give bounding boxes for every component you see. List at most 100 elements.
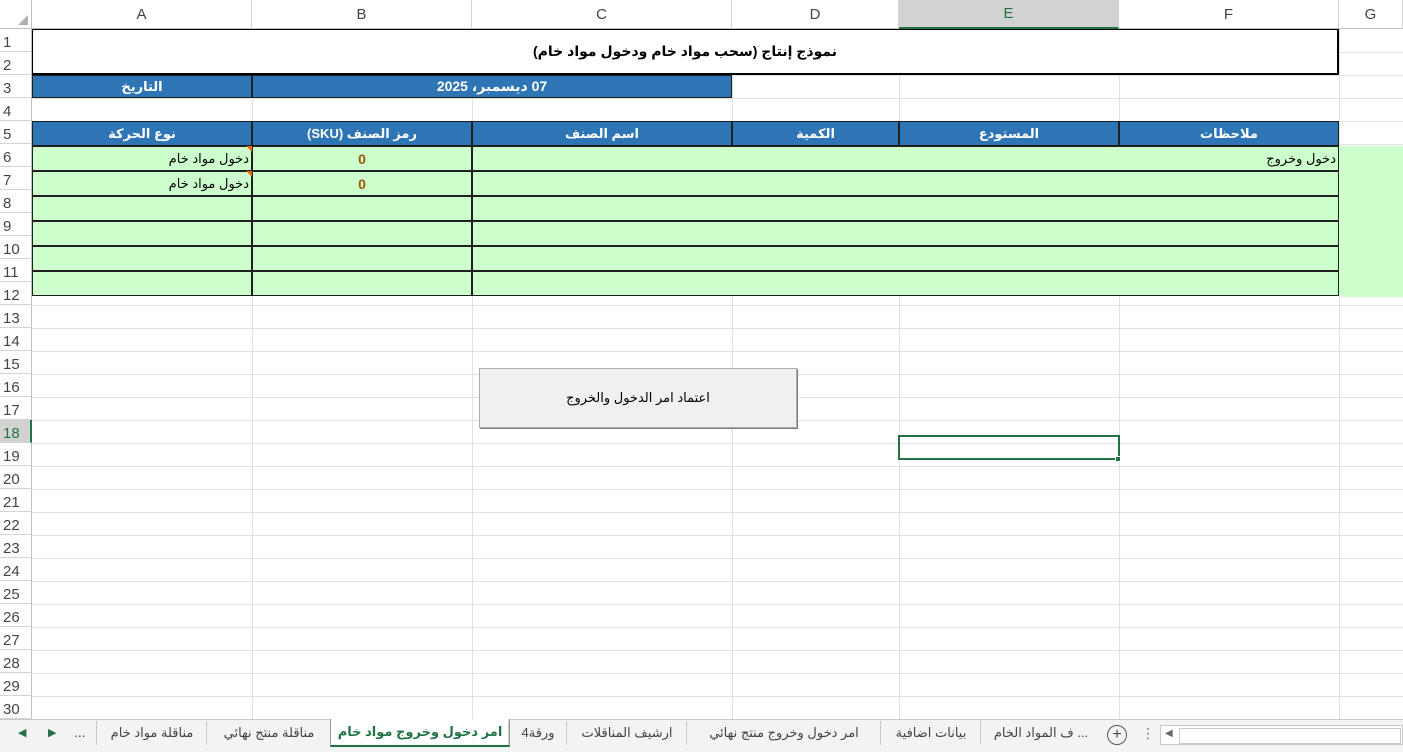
sku-cell[interactable]: 0 — [252, 146, 472, 171]
item-details-cell[interactable] — [472, 221, 1339, 246]
row-header-8[interactable]: 8 — [0, 190, 32, 213]
header-item-name[interactable]: اسم الصنف — [472, 121, 732, 146]
row-header-21[interactable]: 21 — [0, 489, 32, 512]
sku-cell[interactable] — [252, 271, 472, 296]
header-item-name-label: اسم الصنف — [565, 125, 639, 141]
sku-value: 0 — [358, 150, 366, 167]
date-label-cell[interactable]: التاريخ — [32, 75, 252, 98]
horizontal-scrollbar[interactable]: ◀ — [1160, 725, 1403, 745]
header-movement-type-label: نوع الحركة — [108, 125, 176, 141]
row-header-27[interactable]: 27 — [0, 627, 32, 650]
row-header-14[interactable]: 14 — [0, 328, 32, 351]
date-label: التاريخ — [121, 78, 163, 94]
item-details-cell[interactable]: دخول وخروج — [472, 146, 1339, 171]
row-header-28[interactable]: 28 — [0, 650, 32, 673]
movement-type-value: دخول مواد خام — [168, 150, 249, 166]
movement-type-cell[interactable] — [32, 196, 252, 221]
column-header-c[interactable]: C — [472, 0, 732, 29]
row-header-19[interactable]: 19 — [0, 443, 32, 466]
item-details-cell[interactable] — [472, 271, 1339, 296]
sheet-tab[interactable]: ورقة4 — [508, 721, 567, 745]
row-header-20[interactable]: 20 — [0, 466, 32, 489]
row-header-22[interactable]: 22 — [0, 512, 32, 535]
green-fill-column-g — [1339, 146, 1403, 297]
movement-type-cell[interactable] — [32, 271, 252, 296]
selected-cell-e18[interactable] — [898, 435, 1120, 460]
row-header-13[interactable]: 13 — [0, 305, 32, 328]
header-notes[interactable]: ملاحظات — [1119, 121, 1339, 146]
scrollbar-thumb[interactable] — [1179, 728, 1401, 744]
column-header-d[interactable]: D — [732, 0, 899, 29]
fill-handle[interactable] — [1115, 456, 1121, 462]
tab-split-handle-icon[interactable]: ⋮ — [1141, 725, 1155, 742]
form-title-box: نموذج إنتاج (سحب مواد خام ودخول مواد خام… — [32, 29, 1339, 75]
sku-cell[interactable] — [252, 196, 472, 221]
sheet-tab[interactable]: ... ف المواد الخام — [980, 721, 1101, 745]
row-header-12[interactable]: 12 — [0, 282, 32, 305]
row-header-30[interactable]: 30 — [0, 696, 32, 719]
movement-type-cell[interactable] — [32, 246, 252, 271]
row-header-24[interactable]: 24 — [0, 558, 32, 581]
sku-cell[interactable] — [252, 221, 472, 246]
header-sku-label: رمز الصنف (SKU) — [307, 125, 417, 141]
sheet-tab-active[interactable]: امر دخول وخروج مواد خام — [330, 719, 510, 747]
date-value-cell[interactable]: 07 ديسمبر، 2025 — [252, 75, 732, 98]
header-quantity[interactable]: الكمية — [732, 121, 899, 146]
column-header-e[interactable]: E — [899, 0, 1119, 29]
row-header-5[interactable]: 5 — [0, 121, 32, 144]
column-header-b[interactable]: B — [252, 0, 472, 29]
sheet-tab[interactable]: مناقلة منتج نهائي — [206, 721, 331, 745]
row-header-3[interactable]: 3 — [0, 75, 32, 98]
scroll-left-arrow-icon[interactable]: ◀ — [1165, 728, 1173, 739]
row-header-18[interactable]: 18 — [0, 420, 32, 443]
row-header-15[interactable]: 15 — [0, 351, 32, 374]
add-sheet-button[interactable]: + — [1107, 725, 1127, 745]
row-header-4[interactable]: 4 — [0, 98, 32, 121]
row-header-2[interactable]: 2 — [0, 52, 32, 75]
header-movement-type[interactable]: نوع الحركة — [32, 121, 252, 146]
column-header-f[interactable]: F — [1119, 0, 1339, 29]
item-details-cell[interactable] — [472, 196, 1339, 221]
row-header-11[interactable]: 11 — [0, 259, 32, 282]
sku-value: 0 — [358, 175, 366, 192]
sheet-tab[interactable]: ارشيف المناقلات — [566, 721, 687, 745]
approve-button[interactable]: اعتماد امر الدخول والخروج — [479, 368, 797, 428]
row-header-9[interactable]: 9 — [0, 213, 32, 236]
movement-type-value: دخول مواد خام — [168, 175, 249, 191]
sku-cell[interactable]: 0 — [252, 171, 472, 196]
date-value: 07 ديسمبر، 2025 — [436, 78, 548, 94]
row-header-16[interactable]: 16 — [0, 374, 32, 397]
header-sku[interactable]: رمز الصنف (SKU) — [252, 121, 472, 146]
item-details-cell[interactable] — [472, 246, 1339, 271]
row-header-7[interactable]: 7 — [0, 167, 32, 190]
row-header-26[interactable]: 26 — [0, 604, 32, 627]
row-header-23[interactable]: 23 — [0, 535, 32, 558]
scroll-tabs-left-icon[interactable]: ◀ — [18, 726, 26, 739]
sheet-tab[interactable]: بيانات اضافية — [880, 721, 981, 745]
row-header-17[interactable]: 17 — [0, 397, 32, 420]
column-header-g[interactable]: G — [1339, 0, 1403, 29]
movement-type-cell[interactable]: دخول مواد خام — [32, 146, 252, 171]
more-tabs-left[interactable]: ... — [74, 724, 86, 740]
movement-type-cell[interactable] — [32, 221, 252, 246]
movement-type-cell[interactable]: دخول مواد خام — [32, 171, 252, 196]
sheet-tab[interactable]: امر دخول وخروج منتج نهائي — [686, 721, 881, 745]
sheet-tab[interactable]: مناقلة مواد خام — [96, 721, 207, 745]
row-header-1[interactable]: 1 — [0, 29, 32, 52]
item-details-cell[interactable] — [472, 171, 1339, 196]
approve-button-label: اعتماد امر الدخول والخروج — [566, 390, 710, 405]
row-header-25[interactable]: 25 — [0, 581, 32, 604]
row-header-6[interactable]: 6 — [0, 144, 32, 167]
sku-cell[interactable] — [252, 246, 472, 271]
column-header-a[interactable]: A — [32, 0, 252, 29]
plus-icon: + — [1112, 726, 1122, 743]
row-header-10[interactable]: 10 — [0, 236, 32, 259]
select-all-corner[interactable] — [0, 0, 32, 29]
header-notes-label: ملاحظات — [1200, 125, 1258, 141]
header-quantity-label: الكمية — [796, 125, 835, 141]
notes-value: دخول وخروج — [1266, 150, 1336, 166]
header-warehouse[interactable]: المستودع — [899, 121, 1119, 146]
row-header-29[interactable]: 29 — [0, 673, 32, 696]
scroll-tabs-right-icon[interactable]: ▶ — [48, 726, 56, 739]
header-warehouse-label: المستودع — [978, 125, 1040, 141]
